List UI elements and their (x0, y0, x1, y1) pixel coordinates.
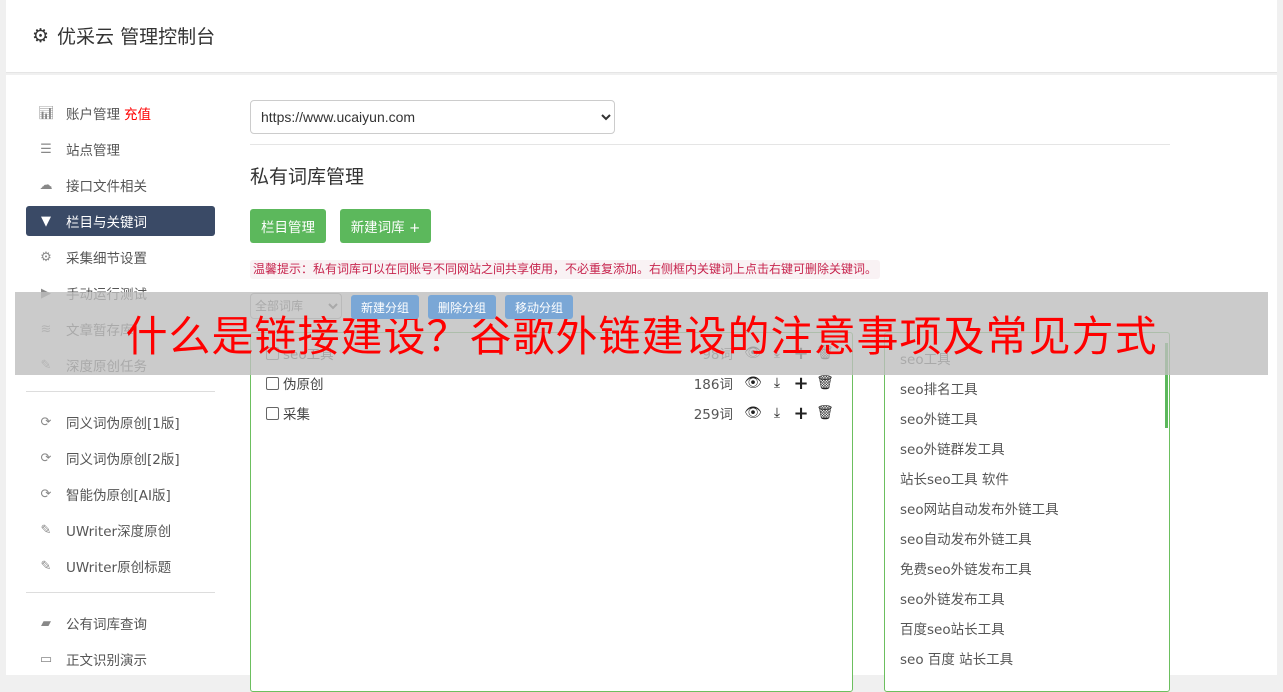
sidebar-item-label: 采集细节设置 (66, 251, 147, 267)
library-list: seo工具98词👁︎⤓+🗑︎伪原创186词👁︎⤓+🗑︎采集259词👁︎⤓+🗑︎ (250, 332, 853, 692)
keyword-item[interactable]: 免费seo外链发布工具 (900, 558, 1032, 578)
recharge-link[interactable]: 充值 (124, 103, 151, 123)
sidebar-item-label: UWriter深度原创 (66, 524, 172, 540)
sidebar-item-label: 同义词伪原创[1版] (66, 416, 180, 432)
header: ⚙ 优采云 管理控制台 (6, 0, 1277, 73)
divider (250, 144, 1170, 145)
gear-icon: ⚙ (32, 24, 50, 47)
refresh-icon: ⟳ (40, 450, 52, 466)
keyword-list: seo工具seo排名工具seo外链工具seo外链群发工具站长seo工具 软件se… (884, 332, 1170, 692)
sidebar-item-label: 公有词库查询 (66, 617, 147, 633)
sidebar-item[interactable]: ⟳ 同义词伪原创[1版] (26, 407, 215, 437)
book-icon: ▰ (41, 615, 51, 631)
library-name: 采集 (283, 407, 310, 423)
sidebar-item-label: 栏目与关键词 (66, 215, 147, 231)
overlay-banner: 什么是链接建设？谷歌外链建设的注意事项及常见方式 (15, 292, 1268, 375)
sidebar-item[interactable]: ▼ 栏目与关键词 (26, 206, 215, 236)
page-title: 私有词库管理 (250, 166, 365, 188)
keyword-item[interactable]: seo外链发布工具 (900, 588, 1005, 608)
sidebar-item-label: UWriter原创标题 (66, 560, 172, 576)
sidebar-item[interactable]: ⟳ 智能伪原创[AI版] (26, 479, 215, 509)
sidebar-divider (26, 592, 215, 593)
checkbox[interactable] (266, 376, 279, 390)
plus-icon[interactable]: + (789, 373, 813, 394)
sidebar-item[interactable]: ✎ UWriter原创标题 (26, 551, 215, 581)
sidebar-item[interactable]: ⟳ 同义词伪原创[2版] (26, 443, 215, 473)
plus-icon[interactable]: + (789, 403, 813, 424)
keyword-item[interactable]: seo 百度 站长工具 (900, 648, 1013, 668)
keyword-item[interactable]: seo外链工具 (900, 408, 978, 428)
keyword-item[interactable]: seo自动发布外链工具 (900, 528, 1032, 548)
eye-icon[interactable]: 👁︎ (741, 375, 765, 391)
trash-icon[interactable]: 🗑︎ (813, 405, 837, 421)
app-title: ⚙ 优采云 管理控制台 (32, 24, 216, 49)
sidebar-divider (26, 391, 215, 392)
column-manage-button[interactable]: 栏目管理 (250, 209, 326, 243)
keyword-item[interactable]: seo外链群发工具 (900, 438, 1005, 458)
edit-icon: ✎ (40, 522, 52, 538)
delete-group-button[interactable]: 删除分组 (428, 295, 496, 319)
sidebar-item[interactable]: 📊︎ 账户管理 充值 (26, 98, 215, 128)
sidebar-item-label: 智能伪原创[AI版] (66, 488, 171, 504)
desktop-icon: ▭ (39, 651, 53, 667)
download-icon[interactable]: ⤓ (765, 405, 789, 421)
refresh-icon: ⟳ (40, 414, 52, 430)
edit-icon: ✎ (40, 558, 52, 574)
keyword-item[interactable]: 百度seo站长工具 (900, 618, 1005, 638)
sidebar-item-label: 站点管理 (66, 143, 120, 159)
refresh-icon: ⟳ (40, 486, 52, 502)
library-name: 伪原创 (283, 377, 324, 393)
cloud-upload-icon: ☁ (39, 177, 53, 193)
trash-icon[interactable]: 🗑︎ (813, 375, 837, 391)
filter-icon: ▼ (41, 213, 51, 229)
sidebar-item-label: 正文识别演示 (66, 653, 147, 669)
sidebar-item[interactable]: ▭ 正文识别演示 (26, 644, 215, 674)
word-count: 186词 (693, 377, 733, 393)
sidebar-item[interactable]: ✎ UWriter深度原创 (26, 515, 215, 545)
eye-icon[interactable]: 👁︎ (741, 405, 765, 421)
checkbox[interactable] (266, 406, 279, 420)
sidebar-item[interactable]: ☰ 站点管理 (26, 134, 215, 164)
sidebar-item[interactable]: ☁ 接口文件相关 (26, 170, 215, 200)
gears-icon: ⚙ (40, 249, 52, 265)
keyword-item[interactable]: seo网站自动发布外链工具 (900, 498, 1059, 518)
download-icon[interactable]: ⤓ (765, 375, 789, 391)
sidebar-item[interactable]: ▰ 公有词库查询 (26, 608, 215, 638)
overlay-title: 什么是链接建设？谷歌外链建设的注意事项及常见方式 (125, 312, 1158, 361)
word-count: 259词 (693, 407, 733, 423)
site-select[interactable]: https://www.ucaiyun.com (250, 100, 615, 134)
server-icon: ☰ (40, 141, 52, 157)
tip-text: 温馨提示：私有词库可以在同账号不同网站之间共享使用，不必重复添加。右侧框内关键词… (250, 260, 881, 279)
bar-chart-icon: 📊︎ (38, 105, 55, 121)
keyword-item[interactable]: 站长seo工具 软件 (900, 468, 1009, 488)
sidebar-item[interactable]: ⚙ 采集细节设置 (26, 242, 215, 272)
keyword-item[interactable]: seo排名工具 (900, 378, 978, 398)
move-group-button[interactable]: 移动分组 (505, 295, 573, 319)
library-row: 采集 259词 👁︎ ⤓ + 🗑︎ (266, 401, 837, 425)
sidebar-item-label: 接口文件相关 (66, 179, 147, 195)
sidebar-item-label: 同义词伪原创[2版] (66, 452, 180, 468)
new-library-button[interactable]: 新建词库 + (340, 209, 431, 243)
sidebar-item-label: 账户管理 (66, 107, 120, 123)
new-group-button[interactable]: 新建分组 (351, 295, 419, 319)
